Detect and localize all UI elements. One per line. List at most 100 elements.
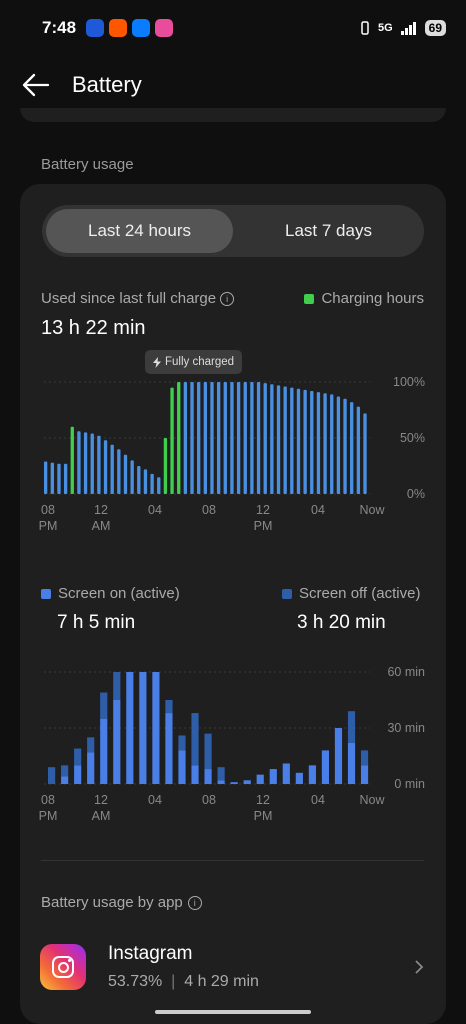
screen-off-bar bbox=[74, 748, 82, 766]
info-icon[interactable]: i bbox=[220, 291, 235, 306]
screen-on-bar bbox=[100, 718, 108, 784]
screen-on-bar bbox=[230, 782, 238, 784]
x-tick-label: PM bbox=[39, 519, 58, 533]
battery-bar bbox=[130, 460, 134, 494]
battery-bar bbox=[143, 469, 148, 494]
battery-bar bbox=[336, 396, 341, 494]
screen-on-bar bbox=[360, 765, 369, 784]
screen-off-bar bbox=[360, 750, 369, 766]
screen-on-bar bbox=[61, 776, 69, 784]
battery-bar bbox=[97, 435, 101, 494]
screen-on-legend: Screen on (active) bbox=[41, 585, 180, 602]
x-tick-label: Now bbox=[359, 793, 385, 807]
tooltip-text: Fully charged bbox=[165, 356, 235, 368]
y-tick-label: 50% bbox=[400, 431, 425, 445]
screen-off-bar bbox=[87, 737, 95, 753]
x-tick-label: 04 bbox=[311, 503, 325, 517]
time-range-selector: Last 24 hours Last 7 days bbox=[42, 205, 424, 257]
battery-bar bbox=[44, 461, 48, 494]
battery-bar bbox=[183, 382, 188, 494]
battery-bar bbox=[243, 382, 247, 494]
battery-level-chart: 100% 50% 0% 08 PM 12 AM 04 08 12 PM 04 Now bbox=[39, 375, 425, 533]
screen-on-value: 7 h 5 min bbox=[57, 612, 136, 633]
battery-bar bbox=[197, 382, 201, 494]
x-tick-label: 08 bbox=[202, 793, 216, 807]
screen-off-bar bbox=[165, 700, 173, 714]
back-arrow-icon bbox=[22, 73, 50, 97]
lightning-icon bbox=[153, 356, 161, 368]
battery-bar bbox=[363, 413, 367, 494]
screen-on-bar bbox=[334, 728, 343, 784]
app-duration: 4 h 29 min bbox=[184, 973, 259, 990]
page-title: Battery bbox=[72, 72, 142, 97]
status-time: 7:48 bbox=[42, 18, 77, 37]
vibrate-icon bbox=[361, 21, 369, 35]
battery-bar bbox=[310, 390, 314, 494]
battery-bar bbox=[57, 463, 61, 494]
screen-on-bar bbox=[321, 750, 330, 784]
battery-bar bbox=[263, 383, 267, 494]
battery-bar bbox=[117, 449, 121, 494]
battery-bar bbox=[63, 463, 68, 494]
battery-bar bbox=[283, 386, 287, 494]
battery-bar bbox=[223, 382, 227, 494]
screen-off-bar bbox=[48, 767, 56, 784]
app-row-instagram[interactable]: Instagram 53.73% | 4 h 29 min bbox=[40, 940, 430, 1000]
status-bar: 7:48 5G 69 bbox=[0, 0, 466, 56]
x-tick-label: 08 bbox=[202, 503, 216, 517]
battery-bar bbox=[250, 382, 254, 494]
reddit-notification-icon bbox=[109, 19, 128, 37]
app-notification-icon bbox=[155, 19, 174, 37]
x-tick-label: 08 bbox=[41, 503, 55, 517]
screen-on-swatch bbox=[41, 588, 51, 599]
battery-bar bbox=[303, 389, 307, 494]
screen-on-bar bbox=[243, 780, 251, 784]
battery-bar bbox=[350, 402, 354, 494]
battery-bar bbox=[157, 477, 161, 494]
tab-last-24-hours[interactable]: Last 24 hours bbox=[46, 209, 233, 253]
info-icon[interactable]: i bbox=[187, 895, 202, 910]
screen-on-bar bbox=[152, 672, 160, 784]
battery-bar bbox=[123, 454, 128, 494]
x-tick-label: 12 bbox=[94, 503, 108, 517]
charging-hours-legend: Charging hours bbox=[304, 290, 424, 307]
divider bbox=[41, 860, 424, 861]
screen-on-bar bbox=[113, 700, 121, 784]
battery-bar bbox=[356, 406, 361, 494]
screen-on-bar bbox=[308, 765, 316, 784]
battery-usage-by-app-text: Battery usage by app bbox=[41, 894, 183, 911]
battery-bar bbox=[290, 387, 294, 494]
battery-bar bbox=[316, 392, 321, 494]
tab-last-7-days[interactable]: Last 7 days bbox=[237, 209, 420, 253]
battery-level-badge: 69 bbox=[424, 20, 446, 36]
battery-bar bbox=[83, 432, 88, 494]
screen-on-bar bbox=[256, 774, 264, 784]
battery-bar bbox=[276, 385, 281, 494]
y-tick-label: 0% bbox=[407, 487, 425, 501]
battery-bar bbox=[137, 466, 141, 494]
back-button[interactable] bbox=[20, 72, 54, 102]
screen-off-bar bbox=[204, 733, 212, 770]
battery-bar bbox=[150, 473, 154, 494]
home-indicator[interactable] bbox=[155, 1010, 311, 1014]
battery-bar bbox=[330, 394, 334, 494]
battery-bar bbox=[163, 438, 168, 494]
screen-off-bar bbox=[347, 711, 356, 743]
chevron-right-icon bbox=[415, 960, 424, 974]
battery-bar bbox=[103, 440, 108, 494]
screen-off-bar bbox=[191, 713, 199, 766]
y-tick-label: 30 min bbox=[387, 721, 425, 735]
previous-card-edge bbox=[20, 108, 446, 122]
screen-off-swatch bbox=[282, 588, 292, 599]
screen-on-bar bbox=[191, 765, 199, 784]
screen-off-bar bbox=[217, 767, 225, 781]
facebook-messenger-notification-icon bbox=[132, 19, 151, 37]
app-name: Instagram bbox=[108, 943, 193, 964]
battery-bar bbox=[177, 382, 181, 494]
x-tick-label: 08 bbox=[41, 793, 55, 807]
battery-bar bbox=[70, 426, 74, 494]
x-tick-label: AM bbox=[92, 519, 111, 533]
screen-on-bar bbox=[126, 672, 134, 784]
app-percent: 53.73% bbox=[108, 973, 163, 990]
battery-bar bbox=[296, 388, 301, 494]
